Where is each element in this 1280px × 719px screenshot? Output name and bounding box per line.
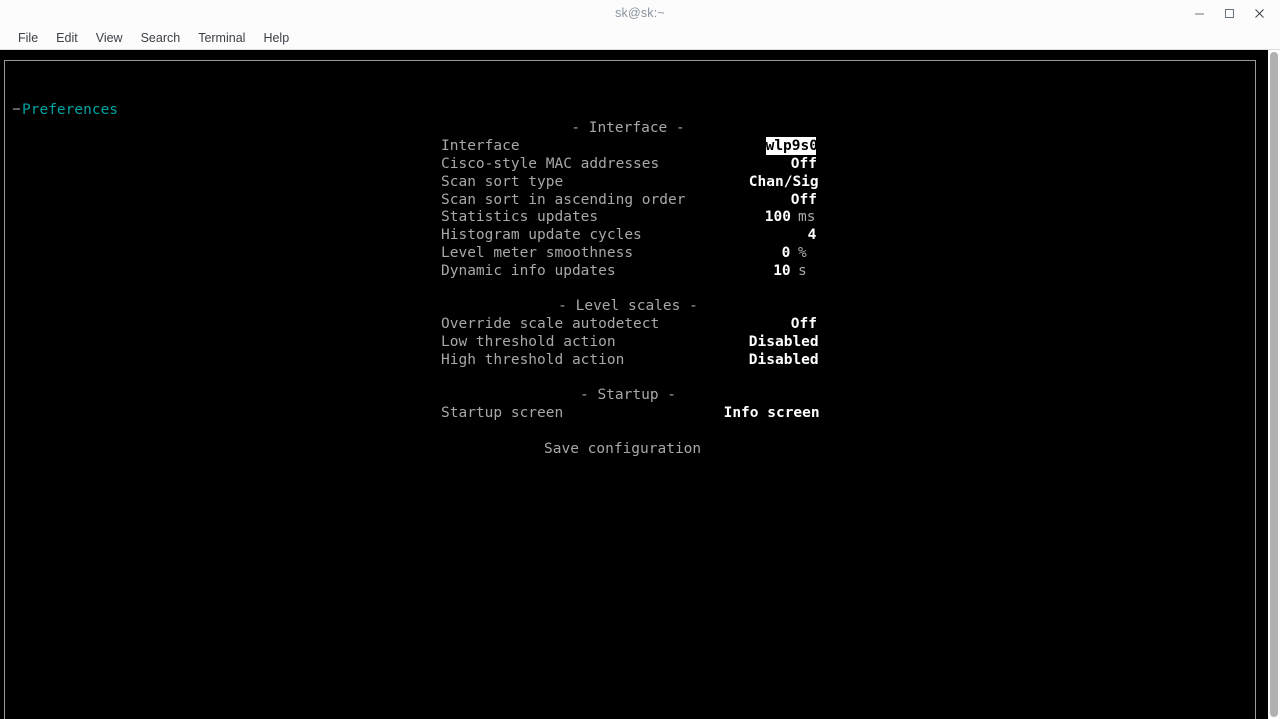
preference-value[interactable]: Off xyxy=(791,315,817,333)
terminal-scrollbar[interactable] xyxy=(1268,50,1280,719)
scrollbar-thumb[interactable] xyxy=(1270,52,1278,717)
preference-value[interactable]: Off xyxy=(791,191,817,209)
minimize-button[interactable] xyxy=(1184,0,1214,26)
preference-row[interactable]: Histogram update cycles 4 xyxy=(0,226,1268,244)
window-controls xyxy=(1184,0,1274,26)
preference-unit: % xyxy=(798,245,807,261)
preference-row[interactable]: Scan sort type Chan/Sig xyxy=(0,173,1268,191)
preference-row[interactable]: High threshold action Disabled xyxy=(0,351,1268,369)
terminal-screen[interactable]: ─ Preferences - Interface - Interface wlp9… xyxy=(0,50,1268,719)
preference-label: Startup screen xyxy=(441,405,564,421)
section-heading: - Level scales - xyxy=(558,298,698,314)
preference-label: Dynamic info updates xyxy=(441,263,616,279)
preference-value[interactable]: 0 xyxy=(782,244,791,262)
window-title: sk@sk:~ xyxy=(615,6,665,20)
preference-unit: s xyxy=(798,263,807,279)
menu-item-edit[interactable]: Edit xyxy=(47,27,87,49)
window-titlebar[interactable]: sk@sk:~ xyxy=(0,0,1280,26)
menu-item-help[interactable]: Help xyxy=(254,27,298,49)
preference-value[interactable]: 10 xyxy=(773,262,790,280)
section-heading: - Startup - xyxy=(579,387,677,403)
preference-label: Cisco-style MAC addresses xyxy=(441,156,660,172)
preference-value[interactable]: Off xyxy=(791,155,817,173)
preference-value[interactable]: 4 xyxy=(808,226,817,244)
menu-item-file[interactable]: File xyxy=(9,27,47,49)
preference-value[interactable]: Chan/Sig xyxy=(749,173,819,191)
preference-label: Override scale autodetect xyxy=(441,316,660,332)
terminal-window: sk@sk:~ File Edit View Search Terminal H… xyxy=(0,0,1280,719)
close-button[interactable] xyxy=(1244,0,1274,26)
section-heading: - Interface - xyxy=(571,120,685,136)
preference-row[interactable]: Override scale autodetect Off xyxy=(0,315,1268,333)
preference-label: Scan sort type xyxy=(441,174,564,190)
preference-value[interactable]: 100 xyxy=(765,208,791,226)
preference-label: Low threshold action xyxy=(441,334,616,350)
preference-label: Level meter smoothness xyxy=(441,245,634,261)
preference-value[interactable]: Disabled xyxy=(749,333,819,351)
preference-label: Scan sort in ascending order xyxy=(441,192,686,208)
preference-row[interactable]: Scan sort in ascending order Off xyxy=(0,191,1268,209)
menu-bar: File Edit View Search Terminal Help xyxy=(0,26,1280,50)
preference-row[interactable]: Interface wlp9s0 xyxy=(0,137,1268,155)
maximize-button[interactable] xyxy=(1214,0,1244,26)
preference-label: Statistics updates xyxy=(441,209,599,225)
preference-row[interactable]: Level meter smoothness 0% xyxy=(0,244,1268,262)
preference-row[interactable]: Dynamic info updates 10 s xyxy=(0,262,1268,280)
preference-value[interactable]: Disabled xyxy=(749,351,819,369)
preference-row[interactable]: Statistics updates 100 ms xyxy=(0,208,1268,226)
preference-label: High threshold action xyxy=(441,352,625,368)
preference-label: Interface xyxy=(441,138,520,154)
menu-item-search[interactable]: Search xyxy=(132,27,190,49)
menu-item-view[interactable]: View xyxy=(87,27,132,49)
preference-row[interactable]: Cisco-style MAC addresses Off xyxy=(0,155,1268,173)
preference-label: Histogram update cycles xyxy=(441,227,642,243)
preference-row[interactable]: Low threshold action Disabled xyxy=(0,333,1268,351)
menu-item-terminal[interactable]: Terminal xyxy=(189,27,254,49)
preference-unit: ms xyxy=(798,209,816,225)
preference-value[interactable]: Info screen xyxy=(724,404,820,422)
preference-value-selected[interactable]: wlp9s0 xyxy=(765,137,818,155)
save-configuration-item[interactable]: Save configuration xyxy=(544,440,701,458)
preference-row[interactable]: Startup screen Info screen xyxy=(0,404,1268,422)
preferences-content: - Interface - Interface wlp9s0 Cisco-style … xyxy=(0,50,1268,719)
